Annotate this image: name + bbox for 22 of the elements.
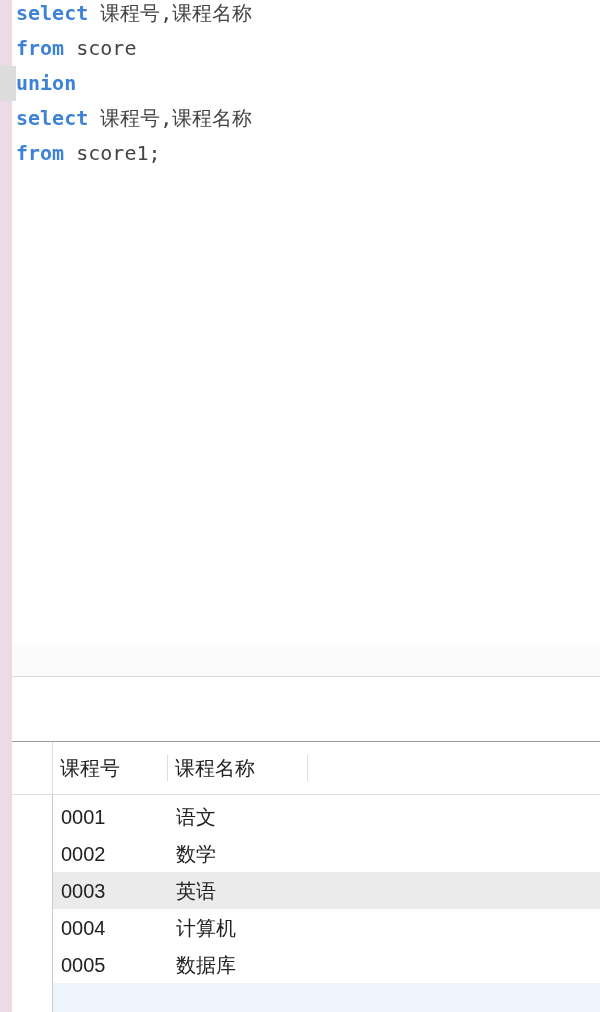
table-cell: 0003 (61, 879, 106, 902)
code-line: from score1; (16, 140, 161, 167)
table-cell: 0001 (61, 805, 106, 828)
table-cell: 语文 (176, 805, 216, 828)
table-cell: 英语 (176, 879, 216, 902)
code-line: select 课程号,课程名称 (16, 0, 253, 27)
column-header[interactable]: 课程号 (53, 755, 168, 781)
result-row[interactable]: 0004 计算机 (53, 909, 600, 946)
table-cell: 0002 (61, 842, 106, 865)
table-cell: 数学 (176, 842, 216, 865)
result-row[interactable]: 0005 数据库 (53, 946, 600, 983)
result-row[interactable]: 0002 数学 (53, 835, 600, 872)
result-row[interactable]: 0003 英语 (53, 872, 600, 909)
table-cell: 0004 (61, 916, 106, 939)
table-cell: 数据库 (176, 953, 236, 976)
code-line: from score (16, 35, 137, 62)
code-line: union (16, 70, 77, 97)
column-header[interactable]: 课程名称 (168, 755, 308, 781)
code-line: select 课程号,课程名称 (16, 105, 253, 132)
result-row[interactable]: 0001 语文 (53, 798, 600, 835)
table-cell: 计算机 (176, 916, 236, 939)
table-cell: 0005 (61, 953, 106, 976)
